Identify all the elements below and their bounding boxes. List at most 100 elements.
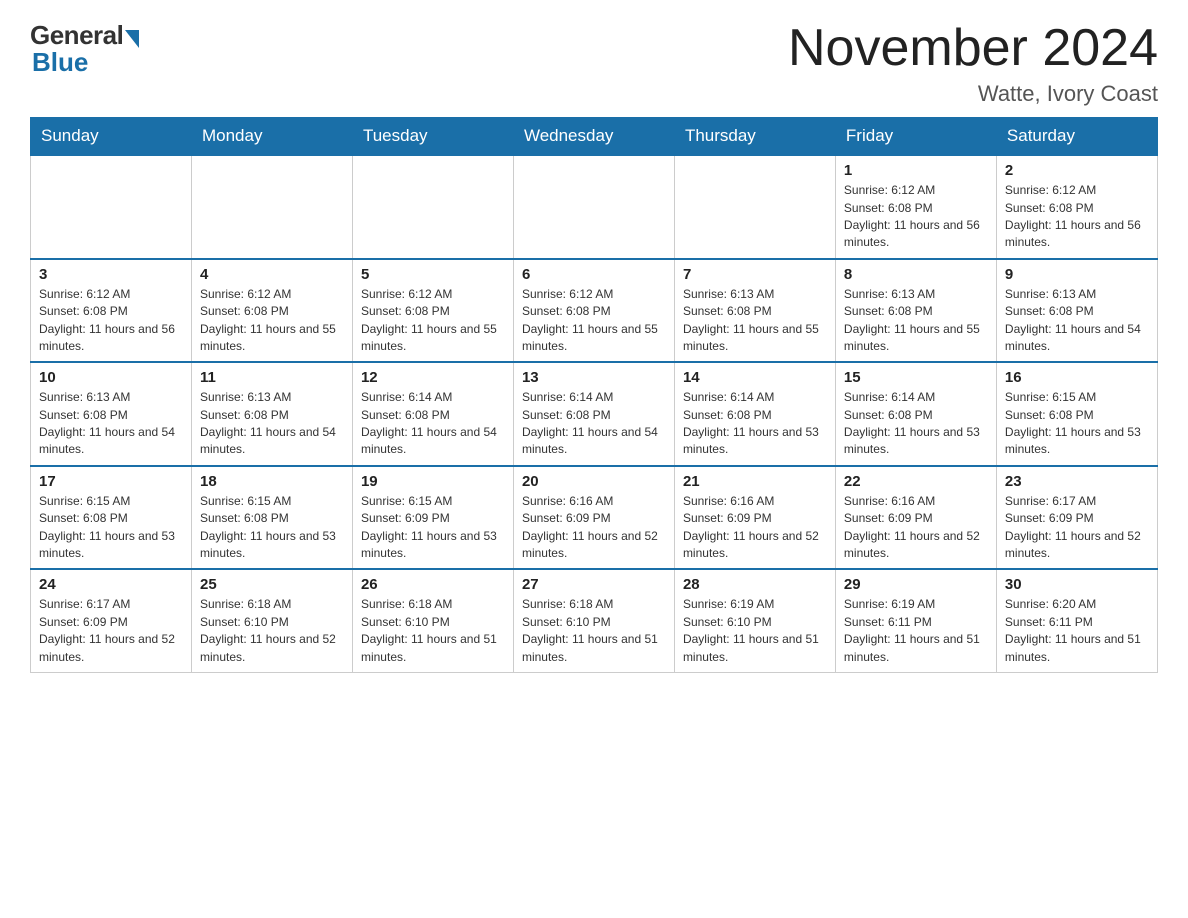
day-info: Sunrise: 6:18 AMSunset: 6:10 PMDaylight:… <box>522 596 666 666</box>
day-number: 17 <box>39 473 183 490</box>
day-info: Sunrise: 6:15 AMSunset: 6:09 PMDaylight:… <box>361 493 505 563</box>
calendar-week-row: 1Sunrise: 6:12 AMSunset: 6:08 PMDaylight… <box>31 155 1158 259</box>
calendar-cell: 18 Sunrise: 6:15 AMSunset: 6:08 PMDayligh… <box>191 466 352 570</box>
day-number: 27 <box>522 576 666 593</box>
calendar-week-row: 24 Sunrise: 6:17 AMSunset: 6:09 PMDayligh… <box>31 569 1158 672</box>
day-info: Sunrise: 6:18 AMSunset: 6:10 PMDaylight:… <box>200 596 344 666</box>
calendar-cell: 12 Sunrise: 6:14 AMSunset: 6:08 PMDayligh… <box>352 362 513 466</box>
calendar-week-row: 10 Sunrise: 6:13 AMSunset: 6:08 PMDayligh… <box>31 362 1158 466</box>
day-info: Sunrise: 6:13 AMSunset: 6:08 PMDaylight:… <box>200 389 344 459</box>
day-info: Sunrise: 6:12 AMSunset: 6:08 PMDaylight:… <box>39 286 183 356</box>
day-info: Sunrise: 6:17 AMSunset: 6:09 PMDaylight:… <box>1005 493 1149 563</box>
day-number: 26 <box>361 576 505 593</box>
calendar-cell: 2 Sunrise: 6:12 AMSunset: 6:08 PMDaylight… <box>996 155 1157 259</box>
day-info: Sunrise: 6:15 AMSunset: 6:08 PMDaylight:… <box>39 493 183 563</box>
day-number: 21 <box>683 473 827 490</box>
day-number: 8 <box>844 266 988 283</box>
day-info: Sunrise: 6:12 AMSunset: 6:08 PMDaylight:… <box>361 286 505 356</box>
day-number: 13 <box>522 369 666 386</box>
day-info: Sunrise: 6:12 AMSunset: 6:08 PMDaylight:… <box>1005 182 1149 252</box>
day-number: 11 <box>200 369 344 386</box>
day-info: Sunrise: 6:17 AMSunset: 6:09 PMDaylight:… <box>39 596 183 666</box>
calendar-cell: 19 Sunrise: 6:15 AMSunset: 6:09 PMDayligh… <box>352 466 513 570</box>
calendar-cell: 30Sunrise: 6:20 AMSunset: 6:11 PMDayligh… <box>996 569 1157 672</box>
day-info: Sunrise: 6:12 AMSunset: 6:08 PMDaylight:… <box>522 286 666 356</box>
day-info: Sunrise: 6:14 AMSunset: 6:08 PMDaylight:… <box>844 389 988 459</box>
calendar-cell: 22 Sunrise: 6:16 AMSunset: 6:09 PMDayligh… <box>835 466 996 570</box>
day-number: 28 <box>683 576 827 593</box>
day-info: Sunrise: 6:18 AMSunset: 6:10 PMDaylight:… <box>361 596 505 666</box>
day-number: 22 <box>844 473 988 490</box>
calendar-cell: 23 Sunrise: 6:17 AMSunset: 6:09 PMDayligh… <box>996 466 1157 570</box>
calendar-cell <box>31 155 192 259</box>
day-info: Sunrise: 6:16 AMSunset: 6:09 PMDaylight:… <box>844 493 988 563</box>
day-info: Sunrise: 6:16 AMSunset: 6:09 PMDaylight:… <box>683 493 827 563</box>
day-number: 23 <box>1005 473 1149 490</box>
column-header-thursday: Thursday <box>674 118 835 156</box>
day-number: 3 <box>39 266 183 283</box>
day-info: Sunrise: 6:19 AMSunset: 6:11 PMDaylight:… <box>844 596 988 666</box>
day-info: Sunrise: 6:19 AMSunset: 6:10 PMDaylight:… <box>683 596 827 666</box>
logo-arrow-icon <box>125 30 139 48</box>
day-info: Sunrise: 6:14 AMSunset: 6:08 PMDaylight:… <box>683 389 827 459</box>
day-number: 16 <box>1005 369 1149 386</box>
day-number: 15 <box>844 369 988 386</box>
calendar-cell: 20 Sunrise: 6:16 AMSunset: 6:09 PMDayligh… <box>513 466 674 570</box>
calendar-table: SundayMondayTuesdayWednesdayThursdayFrid… <box>30 117 1158 673</box>
day-info: Sunrise: 6:14 AMSunset: 6:08 PMDaylight:… <box>361 389 505 459</box>
day-info: Sunrise: 6:13 AMSunset: 6:08 PMDaylight:… <box>683 286 827 356</box>
day-number: 7 <box>683 266 827 283</box>
calendar-cell <box>352 155 513 259</box>
calendar-cell: 6 Sunrise: 6:12 AMSunset: 6:08 PMDaylight… <box>513 259 674 363</box>
calendar-cell: 4Sunrise: 6:12 AMSunset: 6:08 PMDaylight… <box>191 259 352 363</box>
day-number: 6 <box>522 266 666 283</box>
calendar-cell: 21 Sunrise: 6:16 AMSunset: 6:09 PMDayligh… <box>674 466 835 570</box>
calendar-cell <box>674 155 835 259</box>
column-header-monday: Monday <box>191 118 352 156</box>
calendar-cell: 14Sunrise: 6:14 AMSunset: 6:08 PMDayligh… <box>674 362 835 466</box>
calendar-cell: 13Sunrise: 6:14 AMSunset: 6:08 PMDayligh… <box>513 362 674 466</box>
calendar-cell: 11 Sunrise: 6:13 AMSunset: 6:08 PMDayligh… <box>191 362 352 466</box>
calendar-cell: 7 Sunrise: 6:13 AMSunset: 6:08 PMDaylight… <box>674 259 835 363</box>
calendar-header-row: SundayMondayTuesdayWednesdayThursdayFrid… <box>31 118 1158 156</box>
day-info: Sunrise: 6:12 AMSunset: 6:08 PMDaylight:… <box>844 182 988 252</box>
day-info: Sunrise: 6:16 AMSunset: 6:09 PMDaylight:… <box>522 493 666 563</box>
day-info: Sunrise: 6:15 AMSunset: 6:08 PMDaylight:… <box>1005 389 1149 459</box>
day-number: 9 <box>1005 266 1149 283</box>
day-number: 12 <box>361 369 505 386</box>
logo: General Blue <box>30 20 139 78</box>
calendar-cell: 26 Sunrise: 6:18 AMSunset: 6:10 PMDayligh… <box>352 569 513 672</box>
location-text: Watte, Ivory Coast <box>788 81 1158 107</box>
calendar-cell <box>191 155 352 259</box>
day-number: 5 <box>361 266 505 283</box>
calendar-cell: 24 Sunrise: 6:17 AMSunset: 6:09 PMDayligh… <box>31 569 192 672</box>
calendar-cell: 27 Sunrise: 6:18 AMSunset: 6:10 PMDayligh… <box>513 569 674 672</box>
logo-blue-text: Blue <box>32 47 88 78</box>
day-number: 25 <box>200 576 344 593</box>
calendar-cell: 17 Sunrise: 6:15 AMSunset: 6:08 PMDayligh… <box>31 466 192 570</box>
day-info: Sunrise: 6:12 AMSunset: 6:08 PMDaylight:… <box>200 286 344 356</box>
calendar-week-row: 3 Sunrise: 6:12 AMSunset: 6:08 PMDaylight… <box>31 259 1158 363</box>
calendar-cell <box>513 155 674 259</box>
column-header-friday: Friday <box>835 118 996 156</box>
day-number: 18 <box>200 473 344 490</box>
day-info: Sunrise: 6:13 AMSunset: 6:08 PMDaylight:… <box>39 389 183 459</box>
calendar-cell: 1Sunrise: 6:12 AMSunset: 6:08 PMDaylight… <box>835 155 996 259</box>
calendar-cell: 15 Sunrise: 6:14 AMSunset: 6:08 PMDayligh… <box>835 362 996 466</box>
day-number: 24 <box>39 576 183 593</box>
day-number: 20 <box>522 473 666 490</box>
day-number: 19 <box>361 473 505 490</box>
column-header-saturday: Saturday <box>996 118 1157 156</box>
day-number: 10 <box>39 369 183 386</box>
day-info: Sunrise: 6:15 AMSunset: 6:08 PMDaylight:… <box>200 493 344 563</box>
month-title: November 2024 <box>788 20 1158 77</box>
day-number: 2 <box>1005 162 1149 179</box>
calendar-cell: 28 Sunrise: 6:19 AMSunset: 6:10 PMDayligh… <box>674 569 835 672</box>
calendar-cell: 3 Sunrise: 6:12 AMSunset: 6:08 PMDaylight… <box>31 259 192 363</box>
calendar-cell: 10 Sunrise: 6:13 AMSunset: 6:08 PMDayligh… <box>31 362 192 466</box>
day-info: Sunrise: 6:20 AMSunset: 6:11 PMDaylight:… <box>1005 596 1149 666</box>
day-number: 29 <box>844 576 988 593</box>
title-block: November 2024 Watte, Ivory Coast <box>788 20 1158 107</box>
day-info: Sunrise: 6:13 AMSunset: 6:08 PMDaylight:… <box>1005 286 1149 356</box>
calendar-cell: 29 Sunrise: 6:19 AMSunset: 6:11 PMDayligh… <box>835 569 996 672</box>
